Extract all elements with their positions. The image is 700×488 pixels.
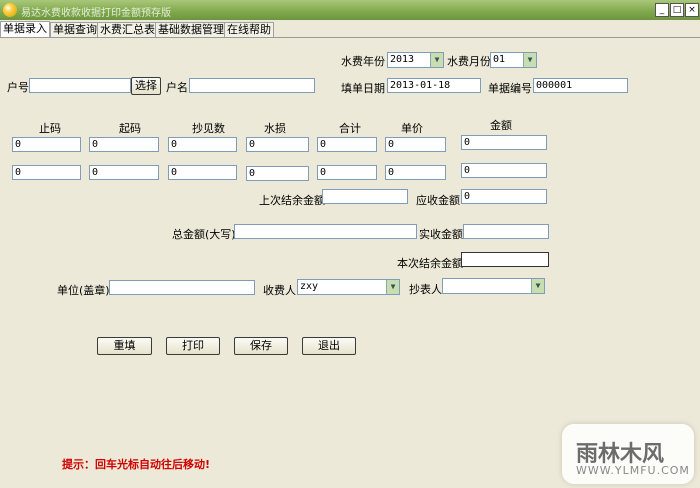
- date-label: 填单日期: [341, 82, 385, 95]
- print-button[interactable]: 打印: [166, 337, 220, 355]
- window-title: 易达水费收款收据打印金额预存版: [21, 8, 171, 19]
- tab-water-summary[interactable]: 水费汇总表: [97, 22, 158, 37]
- year-value: 2013: [390, 54, 415, 65]
- last-balance-label: 上次结余金额: [259, 194, 325, 207]
- last-balance-input[interactable]: [322, 189, 408, 204]
- header-amount: 金额: [490, 119, 512, 132]
- unit-price-1[interactable]: 0: [385, 137, 446, 152]
- app-icon: [3, 3, 17, 17]
- received-label: 实收金额: [419, 228, 463, 241]
- watermark-logo: 雨林木风 WWW.YLMFU.COM: [562, 424, 694, 484]
- received-input[interactable]: [463, 224, 549, 239]
- water-loss-1[interactable]: 0: [246, 137, 309, 152]
- maximize-button[interactable]: □: [670, 3, 684, 17]
- chevron-down-icon[interactable]: ▼: [430, 53, 443, 67]
- account-input[interactable]: [29, 78, 131, 93]
- header-start-reading: 起码: [119, 122, 141, 135]
- unit-stamp-input[interactable]: [109, 280, 255, 295]
- chevron-down-icon[interactable]: ▼: [531, 279, 544, 293]
- save-button[interactable]: 保存: [234, 337, 288, 355]
- subtotal-2[interactable]: 0: [317, 165, 377, 180]
- account-label: 户号: [7, 81, 29, 94]
- month-label: 水费月份: [447, 55, 491, 68]
- minimize-button[interactable]: _: [655, 3, 669, 17]
- end-reading-1[interactable]: 0: [12, 137, 81, 152]
- hint-text: 提示：回车光标自动往后移动!: [62, 458, 211, 471]
- amount-2[interactable]: 0: [461, 163, 547, 178]
- tab-bar: 单据录入 单据查询 水费汇总表 基础数据管理 在线帮助: [0, 21, 700, 38]
- month-select[interactable]: 01 ▼: [490, 52, 537, 68]
- tab-receipt-entry[interactable]: 单据录入: [0, 21, 50, 37]
- collector-value: zxy: [300, 281, 319, 292]
- collector-label: 收费人: [263, 284, 296, 297]
- year-select[interactable]: 2013 ▼: [387, 52, 444, 68]
- header-end-reading: 止码: [39, 122, 61, 135]
- reset-button[interactable]: 重填: [97, 337, 152, 355]
- unit-stamp-label: 单位(盖章): [57, 284, 110, 297]
- header-usage: 抄见数: [192, 122, 225, 135]
- watermark-url: WWW.YLMFU.COM: [576, 464, 690, 477]
- subtotal-1[interactable]: 0: [317, 137, 377, 152]
- header-unit-price: 单价: [401, 122, 423, 135]
- usage-2[interactable]: 0: [168, 165, 237, 180]
- reader-select[interactable]: ▼: [442, 278, 545, 294]
- water-loss-2[interactable]: 0: [246, 166, 309, 181]
- name-label: 户名: [166, 81, 188, 94]
- tab-receipt-query[interactable]: 单据查询: [50, 22, 100, 37]
- receivable-input[interactable]: 0: [461, 189, 547, 204]
- receipt-no-input[interactable]: 000001: [533, 78, 628, 93]
- name-input[interactable]: [189, 78, 315, 93]
- exit-button[interactable]: 退出: [302, 337, 356, 355]
- year-label: 水费年份: [341, 55, 385, 68]
- close-button[interactable]: ×: [685, 3, 699, 17]
- month-value: 01: [493, 54, 506, 65]
- title-bar: 易达水费收款收据打印金额预存版 _ □ ×: [0, 0, 700, 20]
- this-balance-label: 本次结余金额: [397, 257, 463, 270]
- tab-basic-data[interactable]: 基础数据管理: [155, 22, 227, 37]
- date-input[interactable]: 2013-01-18: [387, 78, 481, 93]
- unit-price-2[interactable]: 0: [385, 165, 446, 180]
- collector-select[interactable]: zxy ▼: [297, 279, 400, 295]
- chevron-down-icon[interactable]: ▼: [523, 53, 536, 67]
- amount-1[interactable]: 0: [461, 135, 547, 150]
- header-water-loss: 水损: [264, 122, 286, 135]
- total-upper-input[interactable]: [234, 224, 417, 239]
- chevron-down-icon[interactable]: ▼: [386, 280, 399, 294]
- header-subtotal: 合计: [339, 122, 361, 135]
- total-upper-label: 总金额(大写): [172, 228, 236, 241]
- receivable-label: 应收金额: [416, 194, 460, 207]
- usage-1[interactable]: 0: [168, 137, 237, 152]
- start-reading-1[interactable]: 0: [89, 137, 159, 152]
- this-balance-input[interactable]: [461, 252, 549, 267]
- receipt-no-label: 单据编号: [488, 82, 532, 95]
- choose-button[interactable]: 选择: [131, 77, 161, 95]
- tab-online-help[interactable]: 在线帮助: [224, 22, 274, 37]
- end-reading-2[interactable]: 0: [12, 165, 81, 180]
- reader-label: 抄表人: [409, 283, 442, 296]
- start-reading-2[interactable]: 0: [89, 165, 159, 180]
